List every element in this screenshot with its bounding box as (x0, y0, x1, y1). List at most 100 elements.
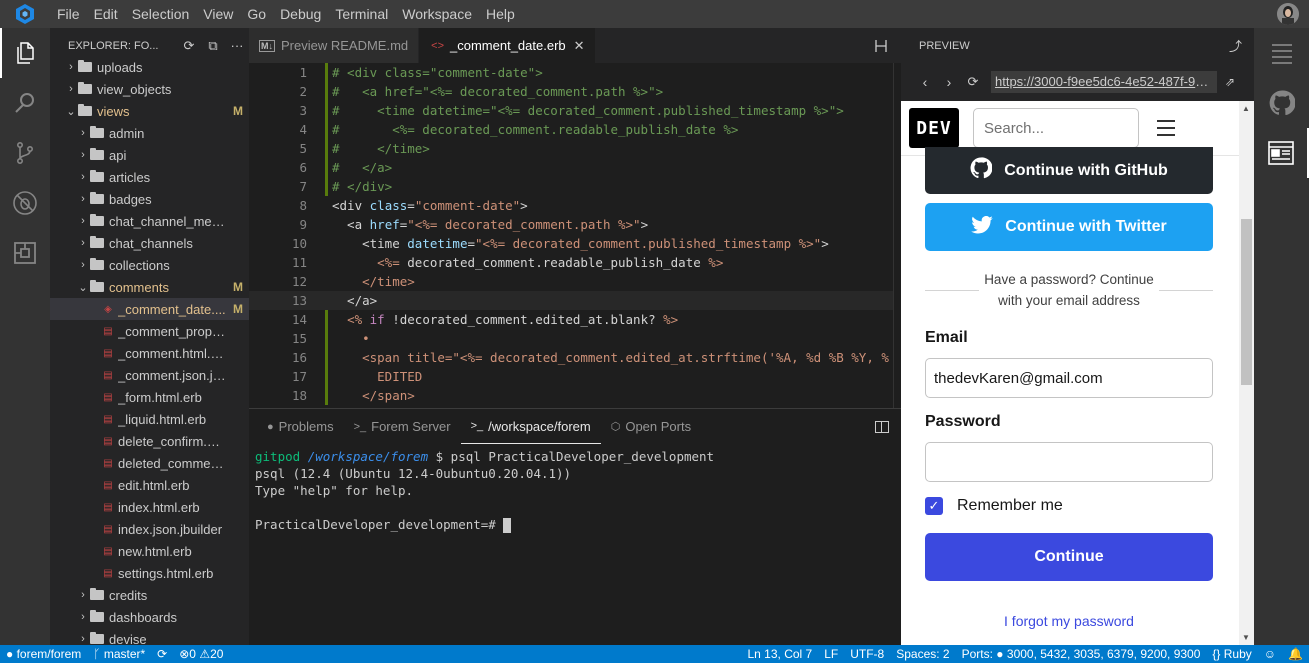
tree-folder[interactable]: › api (50, 144, 249, 166)
tree-file[interactable]: ▤ _comment.json.jbuil... (50, 364, 249, 386)
scroll-down-icon[interactable]: ▼ (1242, 633, 1250, 642)
tree-folder[interactable]: ⌄ views M (50, 100, 249, 122)
menu-terminal[interactable]: Terminal (328, 0, 395, 28)
tree-folder[interactable]: › articles (50, 166, 249, 188)
feedback-icon[interactable]: ☺ (1258, 645, 1282, 663)
code-line[interactable]: 8 <div class="comment-date"> (249, 196, 901, 215)
files-icon[interactable] (0, 28, 50, 78)
tree-file[interactable]: ▤ index.json.jbuilder (50, 518, 249, 540)
tree-folder[interactable]: › devise (50, 628, 249, 646)
tree-file[interactable]: ▤ _form.html.erb (50, 386, 249, 408)
tab-forem-server[interactable]: >_ Forem Server (344, 409, 461, 444)
code-line[interactable]: 11 <%= decorated_comment.readable_publis… (249, 253, 901, 272)
tree-folder[interactable]: › chat_channels (50, 232, 249, 254)
tree-file[interactable]: ▤ index.html.erb (50, 496, 249, 518)
menu-view[interactable]: View (196, 0, 240, 28)
problems-status[interactable]: ⊗0 ⚠20 (173, 645, 229, 663)
preview-scrollbar[interactable]: ▲ ▼ (1239, 101, 1254, 645)
tree-file[interactable]: ▤ new.html.erb (50, 540, 249, 562)
tree-file[interactable]: ▤ _comment.html.erb (50, 342, 249, 364)
hamburger-menu-icon[interactable] (1157, 120, 1175, 136)
close-icon[interactable]: ✕ (574, 38, 585, 54)
tree-file[interactable]: ▤ edit.html.erb (50, 474, 249, 496)
tab-open-ports[interactable]: ⬡ Open Ports (601, 409, 701, 444)
code-line[interactable]: 14 <% if !decorated_comment.edited_at.bl… (249, 310, 901, 329)
password-field[interactable] (925, 442, 1213, 482)
code-editor[interactable]: 1 # <div class="comment-date"> 2 # <a href=… (249, 63, 901, 408)
extensions-icon[interactable] (0, 228, 50, 278)
remember-me-label[interactable]: Remember me (957, 497, 1063, 515)
tree-file[interactable]: ▤ deleted_commentab... (50, 452, 249, 474)
menu-file[interactable]: File (50, 0, 87, 28)
collapse-all-icon[interactable]: ⧉ (201, 38, 225, 54)
search-icon[interactable] (0, 78, 50, 128)
toggle-panel-icon[interactable] (875, 420, 889, 433)
more-actions-icon[interactable]: ··· (225, 38, 249, 53)
code-line[interactable]: 3 # <time datetime="<%= decorated_comment… (249, 101, 901, 120)
encoding-status[interactable]: UTF-8 (844, 645, 890, 663)
open-source-icon[interactable]: ⤴ (1229, 36, 1242, 55)
branch-status[interactable]: ᚴ master* (87, 645, 151, 663)
code-line[interactable]: 15 • (249, 329, 901, 348)
code-line[interactable]: 17 EDITED (249, 367, 901, 386)
tree-folder[interactable]: › credits (50, 584, 249, 606)
tree-folder[interactable]: › admin (50, 122, 249, 144)
email-field[interactable]: thedevKaren@gmail.com (925, 358, 1213, 398)
remember-me-checkbox[interactable]: ✓ (925, 497, 943, 515)
reload-icon[interactable]: ⟳ (961, 74, 985, 90)
eol-status[interactable]: LF (818, 645, 844, 663)
tree-folder[interactable]: › uploads (50, 56, 249, 78)
language-status[interactable]: {} Ruby (1206, 645, 1257, 663)
tree-folder[interactable]: › badges (50, 188, 249, 210)
github-icon[interactable] (1254, 78, 1309, 128)
tree-folder[interactable]: › collections (50, 254, 249, 276)
code-line[interactable]: 18 </span> (249, 386, 901, 405)
continue-button[interactable]: Continue (925, 533, 1213, 581)
url-input[interactable]: https://3000-f9ee5dc6-4e52-487f-9b... (991, 71, 1217, 93)
scroll-up-icon[interactable]: ▲ (1242, 104, 1250, 113)
code-line[interactable]: 16 <span title="<%= decorated_comment.ed… (249, 348, 901, 367)
tab-problems[interactable]: ● Problems (257, 409, 344, 444)
continue-with-github-button[interactable]: Continue with GitHub (925, 147, 1213, 194)
menu-edit[interactable]: Edit (87, 0, 125, 28)
user-avatar[interactable] (1277, 3, 1299, 25)
outline-icon[interactable] (1254, 28, 1309, 78)
source-control-icon[interactable] (0, 128, 50, 178)
open-external-icon[interactable]: ⇗ (1225, 75, 1235, 89)
tree-file[interactable]: ▤ _comment_proper.h... (50, 320, 249, 342)
editor-scrollbar[interactable] (893, 63, 901, 408)
tree-folder[interactable]: › chat_channel_memb... (50, 210, 249, 232)
code-line[interactable]: 7 # </div> (249, 177, 901, 196)
code-line[interactable]: 9 <a href="<%= decorated_comment.path %>… (249, 215, 901, 234)
tree-file[interactable]: ▤ _liquid.html.erb (50, 408, 249, 430)
debug-icon[interactable] (0, 178, 50, 228)
menu-debug[interactable]: Debug (273, 0, 328, 28)
repo-status[interactable]: ● forem/forem (0, 645, 87, 663)
tree-file[interactable]: ◈ _comment_date.... M (50, 298, 249, 320)
forward-icon[interactable]: › (937, 74, 961, 90)
menu-selection[interactable]: Selection (125, 0, 197, 28)
tree-folder[interactable]: › dashboards (50, 606, 249, 628)
ports-status[interactable]: Ports: ● 3000, 5432, 3035, 6379, 9200, 9… (956, 645, 1207, 663)
tree-file[interactable]: ▤ settings.html.erb (50, 562, 249, 584)
back-icon[interactable]: ‹ (913, 74, 937, 90)
code-line[interactable]: 2 # <a href="<%= decorated_comment.path %… (249, 82, 901, 101)
terminal-output[interactable]: gitpod /workspace/forem $ psql Practical… (249, 444, 901, 537)
tree-folder[interactable]: › view_objects (50, 78, 249, 100)
sync-icon[interactable]: ⟳ (151, 645, 173, 663)
indent-status[interactable]: Spaces: 2 (890, 645, 955, 663)
refresh-icon[interactable]: ⟳ (177, 38, 201, 54)
code-line[interactable]: 10 <time datetime="<%= decorated_comment… (249, 234, 901, 253)
code-line[interactable]: 1 # <div class="comment-date"> (249, 63, 901, 82)
preview-icon[interactable] (1254, 128, 1309, 178)
code-line[interactable]: 12 </time> (249, 272, 901, 291)
notifications-icon[interactable]: 🔔 (1282, 645, 1309, 663)
menu-workspace[interactable]: Workspace (395, 0, 479, 28)
code-line[interactable]: 6 # </a> (249, 158, 901, 177)
cursor-position[interactable]: Ln 13, Col 7 (742, 645, 819, 663)
tab-comment-date-erb[interactable]: <> _comment_date.erb ✕ (419, 28, 596, 63)
menu-help[interactable]: Help (479, 0, 522, 28)
menu-go[interactable]: Go (240, 0, 273, 28)
split-editor-icon[interactable] (861, 28, 901, 63)
continue-with-twitter-button[interactable]: Continue with Twitter (925, 203, 1213, 251)
